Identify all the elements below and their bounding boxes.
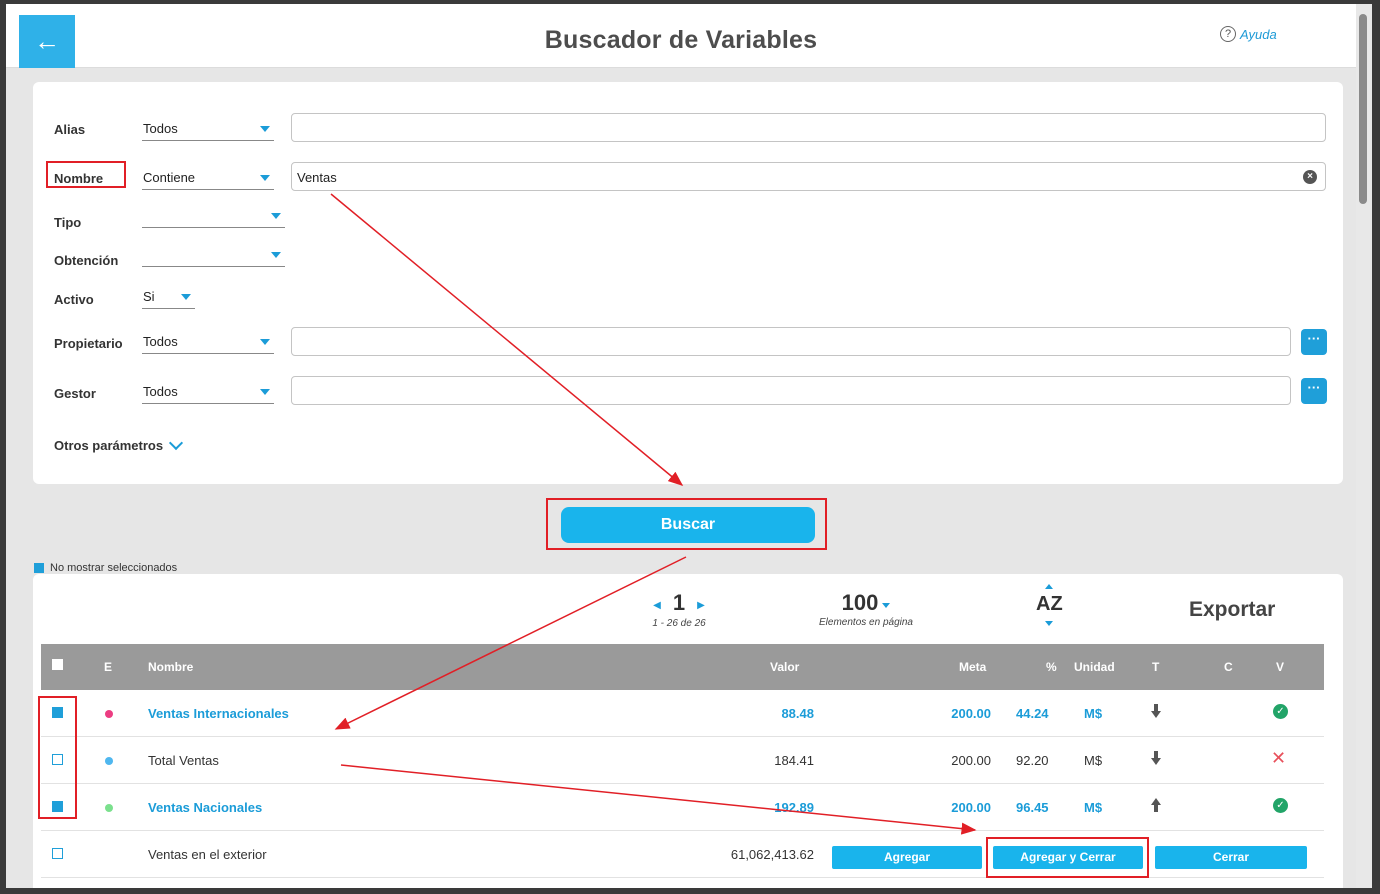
activo-label: Activo (54, 292, 94, 307)
col-c[interactable]: C (1224, 660, 1233, 674)
sort-up-icon (1045, 584, 1053, 589)
col-nombre[interactable]: Nombre (148, 660, 193, 674)
propietario-label: Propietario (54, 336, 123, 351)
alias-operator-select[interactable]: Todos (142, 119, 274, 141)
select-all-checkbox[interactable] (52, 659, 63, 670)
row-pct: 96.45 (1016, 800, 1049, 815)
page-range: 1 - 26 de 26 (652, 618, 706, 629)
col-v[interactable]: V (1276, 660, 1284, 674)
hide-selected-toggle[interactable]: No mostrar seleccionados (34, 562, 177, 574)
row-meta: 200.00 (951, 753, 991, 768)
row-unidad: M$ (1084, 706, 1103, 721)
close-button[interactable]: Cerrar (1155, 846, 1307, 869)
scroll-thumb[interactable] (1359, 14, 1367, 204)
row-pct: 92.20 (1016, 753, 1049, 768)
trend-up-icon (1151, 798, 1161, 812)
highlight-box (546, 498, 827, 550)
row-pct: 44.24 (1016, 706, 1049, 721)
row-nombre[interactable]: Total Ventas (148, 753, 219, 768)
row-meta: 200.00 (951, 706, 991, 721)
col-pct[interactable]: % (1046, 660, 1057, 674)
more-params-toggle[interactable]: Otros parámetros (54, 435, 184, 453)
row-nombre[interactable]: Ventas Internacionales (148, 706, 289, 721)
pagination: ◀ 1 ▶ 1 - 26 de 26 (624, 590, 734, 629)
table-row[interactable]: Total Ventas 184.41 200.00 92.20 M$ ✕ (41, 737, 1324, 784)
help-icon: ? (1220, 26, 1236, 42)
check-circle-icon: ✓ (1273, 798, 1288, 813)
prev-page-icon[interactable]: ◀ (653, 600, 661, 611)
gestor-label: Gestor (54, 386, 96, 401)
row-nombre[interactable]: Ventas en el exterior (148, 847, 267, 862)
page-title: Buscador de Variables (544, 26, 818, 54)
gestor-operator-select[interactable]: Todos (142, 382, 274, 404)
chevron-down-icon (271, 213, 281, 219)
gestor-input[interactable] (291, 376, 1291, 405)
help-link[interactable]: ? Ayuda (1220, 26, 1277, 42)
highlight-box (46, 161, 126, 188)
page-number: 1 (672, 590, 686, 615)
highlight-box (38, 696, 77, 819)
export-button[interactable]: Exportar (1189, 598, 1275, 622)
per-page-select[interactable]: 100 Elementos en página (811, 590, 921, 628)
top-bar: ← Buscador de Variables ? Ayuda (6, 4, 1356, 68)
col-t[interactable]: T (1152, 660, 1159, 674)
row-unidad: M$ (1084, 800, 1103, 815)
add-button[interactable]: Agregar (832, 846, 982, 869)
scrollbar[interactable] (1356, 4, 1372, 888)
clear-icon[interactable]: × (1303, 170, 1317, 184)
row-valor: 192.89 (774, 800, 814, 815)
status-dot (105, 710, 113, 718)
activo-select[interactable]: Si (142, 287, 195, 309)
row-nombre[interactable]: Ventas Nacionales (148, 800, 262, 815)
tipo-select[interactable] (142, 206, 285, 228)
sort-button[interactable]: AZ (1036, 584, 1063, 626)
sort-down-icon (1045, 621, 1053, 626)
per-page-label: Elementos en página (819, 617, 913, 628)
chevron-down-icon (260, 126, 270, 132)
tipo-label: Tipo (54, 215, 82, 230)
chevron-down-icon (181, 294, 191, 300)
nombre-operator-select[interactable]: Contiene (142, 168, 274, 190)
row-meta: 200.00 (951, 800, 991, 815)
filter-panel: Alias Todos Nombre Contiene Ventas × Tipo… (33, 82, 1343, 484)
col-e[interactable]: E (104, 660, 112, 674)
close-icon: ✕ (1271, 748, 1287, 768)
obtencion-select[interactable] (142, 245, 285, 267)
app-window: ← Buscador de Variables ? Ayuda Alias To… (6, 4, 1372, 888)
col-meta[interactable]: Meta (959, 660, 986, 674)
gestor-picker-button[interactable]: ··· (1301, 378, 1327, 404)
help-label: Ayuda (1240, 26, 1277, 42)
trend-down-icon (1151, 751, 1161, 765)
chevron-down-icon (260, 339, 270, 345)
col-valor[interactable]: Valor (770, 660, 799, 674)
chevron-down-icon (882, 603, 891, 609)
chevron-down-icon (169, 435, 184, 451)
propietario-picker-button[interactable]: ··· (1301, 329, 1327, 355)
table-row[interactable]: Ventas Internacionales 88.48 200.00 44.2… (41, 690, 1324, 737)
check-circle-icon: ✓ (1273, 704, 1288, 719)
chevron-down-icon (260, 389, 270, 395)
status-dot (105, 757, 113, 765)
col-unidad[interactable]: Unidad (1074, 660, 1115, 674)
checkbox-icon (34, 563, 44, 573)
chevron-down-icon (260, 175, 270, 181)
row-unidad: M$ (1084, 753, 1103, 768)
row-valor: 61,062,413.62 (730, 847, 814, 862)
table-row[interactable]: Ventas Nacionales 192.89 200.00 96.45 M$… (41, 784, 1324, 831)
alias-label: Alias (54, 122, 86, 137)
table-header: E Nombre Valor Meta % Unidad T C V (41, 644, 1324, 690)
next-page-icon[interactable]: ▶ (697, 600, 705, 611)
alias-input[interactable] (291, 113, 1326, 142)
status-dot (105, 804, 113, 812)
row-valor: 88.48 (781, 706, 814, 721)
nombre-input[interactable]: Ventas × (291, 162, 1326, 191)
propietario-input[interactable] (291, 327, 1291, 356)
obtencion-label: Obtención (54, 253, 119, 268)
row-valor: 184.41 (774, 753, 814, 768)
row-checkbox[interactable] (52, 848, 63, 859)
chevron-down-icon (271, 252, 281, 258)
highlight-box (986, 837, 1149, 878)
propietario-operator-select[interactable]: Todos (142, 332, 274, 354)
trend-down-icon (1151, 704, 1161, 718)
